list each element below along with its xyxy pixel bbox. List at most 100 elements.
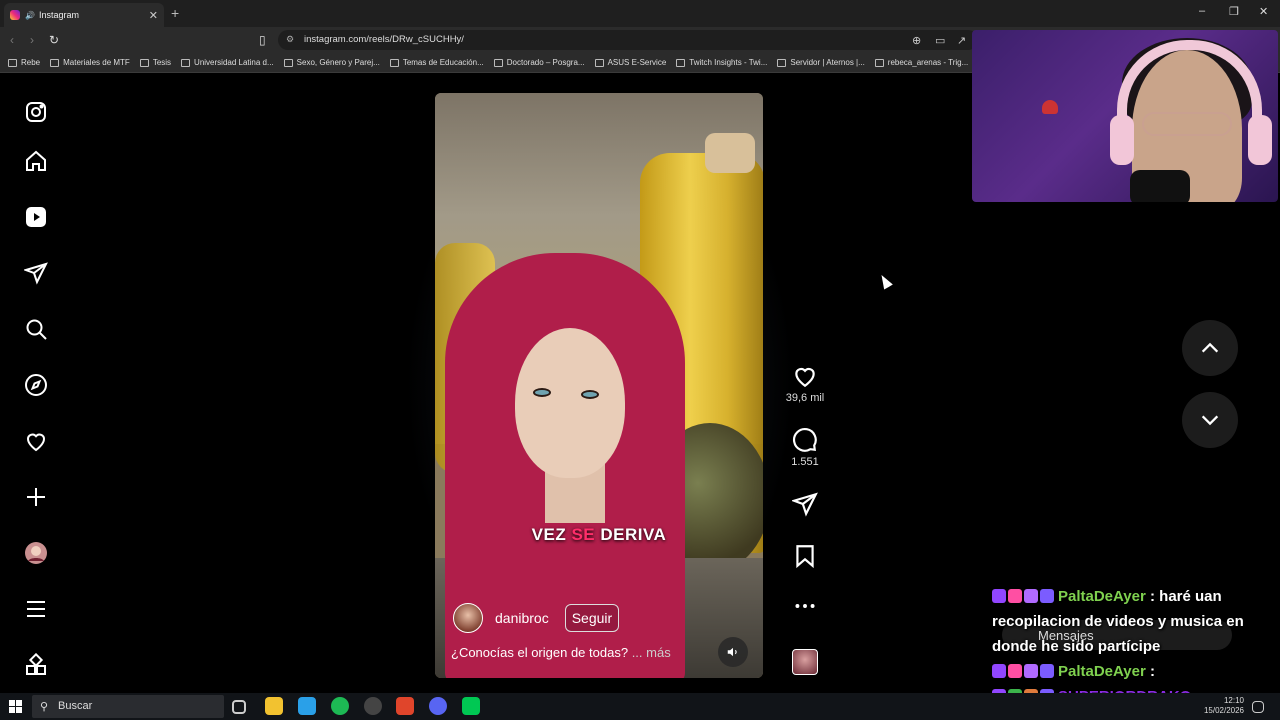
zoom-icon[interactable]: ⊕: [912, 34, 921, 47]
screen: 🔊 Instagram ✕ + – ❐ ✕ ‹ › ↻ ▯ ⚙ instagra…: [0, 0, 1280, 720]
bookmark-item[interactable]: ASUS E-Service: [594, 58, 666, 67]
bookmark-item[interactable]: Twitch Insights - Twi...: [676, 58, 767, 67]
more-apps-icon[interactable]: [22, 651, 50, 679]
share-icon[interactable]: ↗: [957, 34, 966, 47]
windows-taskbar: ⚲ Buscar 12:10 15/02/2026: [0, 693, 1280, 720]
profile-avatar[interactable]: [22, 539, 50, 567]
tab-instagram[interactable]: 🔊 Instagram ✕: [4, 3, 164, 27]
bookmark-item[interactable]: Tesis: [139, 58, 171, 67]
headphone-cup: [1248, 115, 1272, 165]
new-tab-button[interactable]: +: [171, 5, 179, 21]
bookmark-item[interactable]: rebeca_arenas - Trig...: [874, 58, 968, 67]
taskbar-search[interactable]: ⚲ Buscar: [32, 695, 224, 718]
back-icon[interactable]: ‹: [10, 33, 14, 47]
badge-icon: [1008, 664, 1022, 678]
author-name[interactable]: danibroc: [495, 610, 549, 626]
create-plus-icon[interactable]: [22, 483, 50, 511]
badge-icon: [1040, 664, 1054, 678]
site-icon: [676, 58, 686, 67]
reload-icon[interactable]: ↻: [49, 33, 59, 47]
bookmark-item[interactable]: Rebe: [8, 58, 40, 67]
follow-button[interactable]: Seguir: [564, 604, 620, 632]
reel-video[interactable]: VEZ SE DERIVA danibroc Seguir ¿Conocías …: [435, 93, 763, 678]
site-icon: [874, 58, 884, 67]
comment-icon[interactable]: [792, 427, 818, 453]
author-avatar[interactable]: [453, 603, 483, 633]
headphone-cup: [1110, 115, 1134, 165]
task-view-icon[interactable]: [232, 700, 246, 714]
badge-icon: [1024, 589, 1038, 603]
menu-icon[interactable]: [22, 595, 50, 623]
system-clock[interactable]: 12:10 15/02/2026: [1200, 696, 1244, 716]
store-icon[interactable]: [298, 697, 316, 715]
person-face: [515, 328, 625, 478]
audio-thumbnail[interactable]: [792, 649, 818, 675]
mushroom-icon: [1042, 100, 1058, 114]
maximize-button[interactable]: ❐: [1229, 5, 1239, 18]
reel-description: ¿Conocías el origen de todas? ... más: [451, 645, 671, 660]
chevron-down-icon: [1201, 415, 1219, 426]
home-icon[interactable]: [22, 147, 50, 175]
notifications-heart-icon[interactable]: [22, 427, 50, 455]
likes-count: 39,6 mil: [785, 392, 825, 404]
more-options-icon[interactable]: [792, 593, 818, 619]
app-icon[interactable]: [364, 697, 382, 715]
volume-button[interactable]: [718, 637, 748, 667]
brave-browser-icon[interactable]: [396, 697, 414, 715]
folder-icon: [139, 58, 149, 67]
speaker-icon: [727, 647, 737, 657]
spotify-icon[interactable]: [331, 697, 349, 715]
previous-reel-button[interactable]: [1182, 320, 1238, 376]
webcam-overlay: [972, 30, 1278, 202]
url-text: instagram.com/reels/DRw_cSUCHHy/: [304, 34, 464, 45]
eye: [581, 390, 599, 399]
tab-title: Instagram: [38, 10, 79, 20]
sidebar: [0, 73, 72, 693]
folder-icon: [8, 58, 17, 67]
bookmark-icon[interactable]: [792, 543, 818, 569]
reels-icon[interactable]: [22, 203, 50, 231]
share-action: [782, 491, 828, 517]
bookmark-item[interactable]: Temas de Educación...: [389, 58, 484, 67]
streaming-app-icon[interactable]: [462, 697, 480, 715]
url-field[interactable]: ⚙ instagram.com/reels/DRw_cSUCHHy/: [278, 30, 978, 50]
badge-icon: [1024, 664, 1038, 678]
folder-icon: [594, 58, 604, 67]
site-icon: [181, 58, 191, 67]
chat-badges: [992, 589, 1054, 603]
site-icon: [777, 58, 787, 67]
bookmark-item[interactable]: Servidor | Aternos |...: [777, 58, 865, 67]
bookmark-item[interactable]: Universidad Latina d...: [181, 58, 274, 67]
badge-icon: [992, 589, 1006, 603]
explore-icon[interactable]: [22, 371, 50, 399]
cast-icon[interactable]: ▭: [935, 34, 945, 47]
site-info-icon[interactable]: ⚙: [286, 34, 294, 45]
chat-badges: [992, 664, 1054, 678]
more-link[interactable]: ... más: [632, 645, 671, 660]
comment-action: 1.551: [782, 427, 828, 468]
instagram-logo-icon[interactable]: [22, 98, 50, 126]
bookmark-item[interactable]: Doctorado – Posgra...: [493, 58, 585, 67]
folder-icon: [50, 58, 60, 67]
bookmark-item[interactable]: Materiales de MTF: [50, 58, 130, 67]
reel-author: danibroc Seguir: [453, 603, 620, 633]
site-icon: [389, 58, 399, 67]
close-tab-icon[interactable]: ✕: [149, 9, 158, 22]
notifications-icon[interactable]: [1252, 701, 1264, 713]
comments-count: 1.551: [791, 456, 819, 468]
next-reel-button[interactable]: [1182, 392, 1238, 448]
bookmark-item[interactable]: Sexo, Género y Parej...: [283, 58, 380, 67]
like-action: 39,6 mil: [782, 363, 828, 404]
messages-icon[interactable]: [22, 259, 50, 287]
close-window-button[interactable]: ✕: [1259, 5, 1268, 18]
share-icon[interactable]: [792, 491, 818, 517]
bookmark-page-icon[interactable]: ▯: [259, 33, 266, 47]
heart-icon[interactable]: [792, 363, 818, 389]
windows-start-icon[interactable]: [9, 700, 22, 713]
discord-icon[interactable]: [429, 697, 447, 715]
forward-icon[interactable]: ›: [30, 33, 34, 47]
speaker-icon[interactable]: 🔊: [25, 11, 35, 20]
file-explorer-icon[interactable]: [265, 697, 283, 715]
minimize-button[interactable]: –: [1199, 5, 1205, 17]
search-icon[interactable]: [22, 315, 50, 343]
